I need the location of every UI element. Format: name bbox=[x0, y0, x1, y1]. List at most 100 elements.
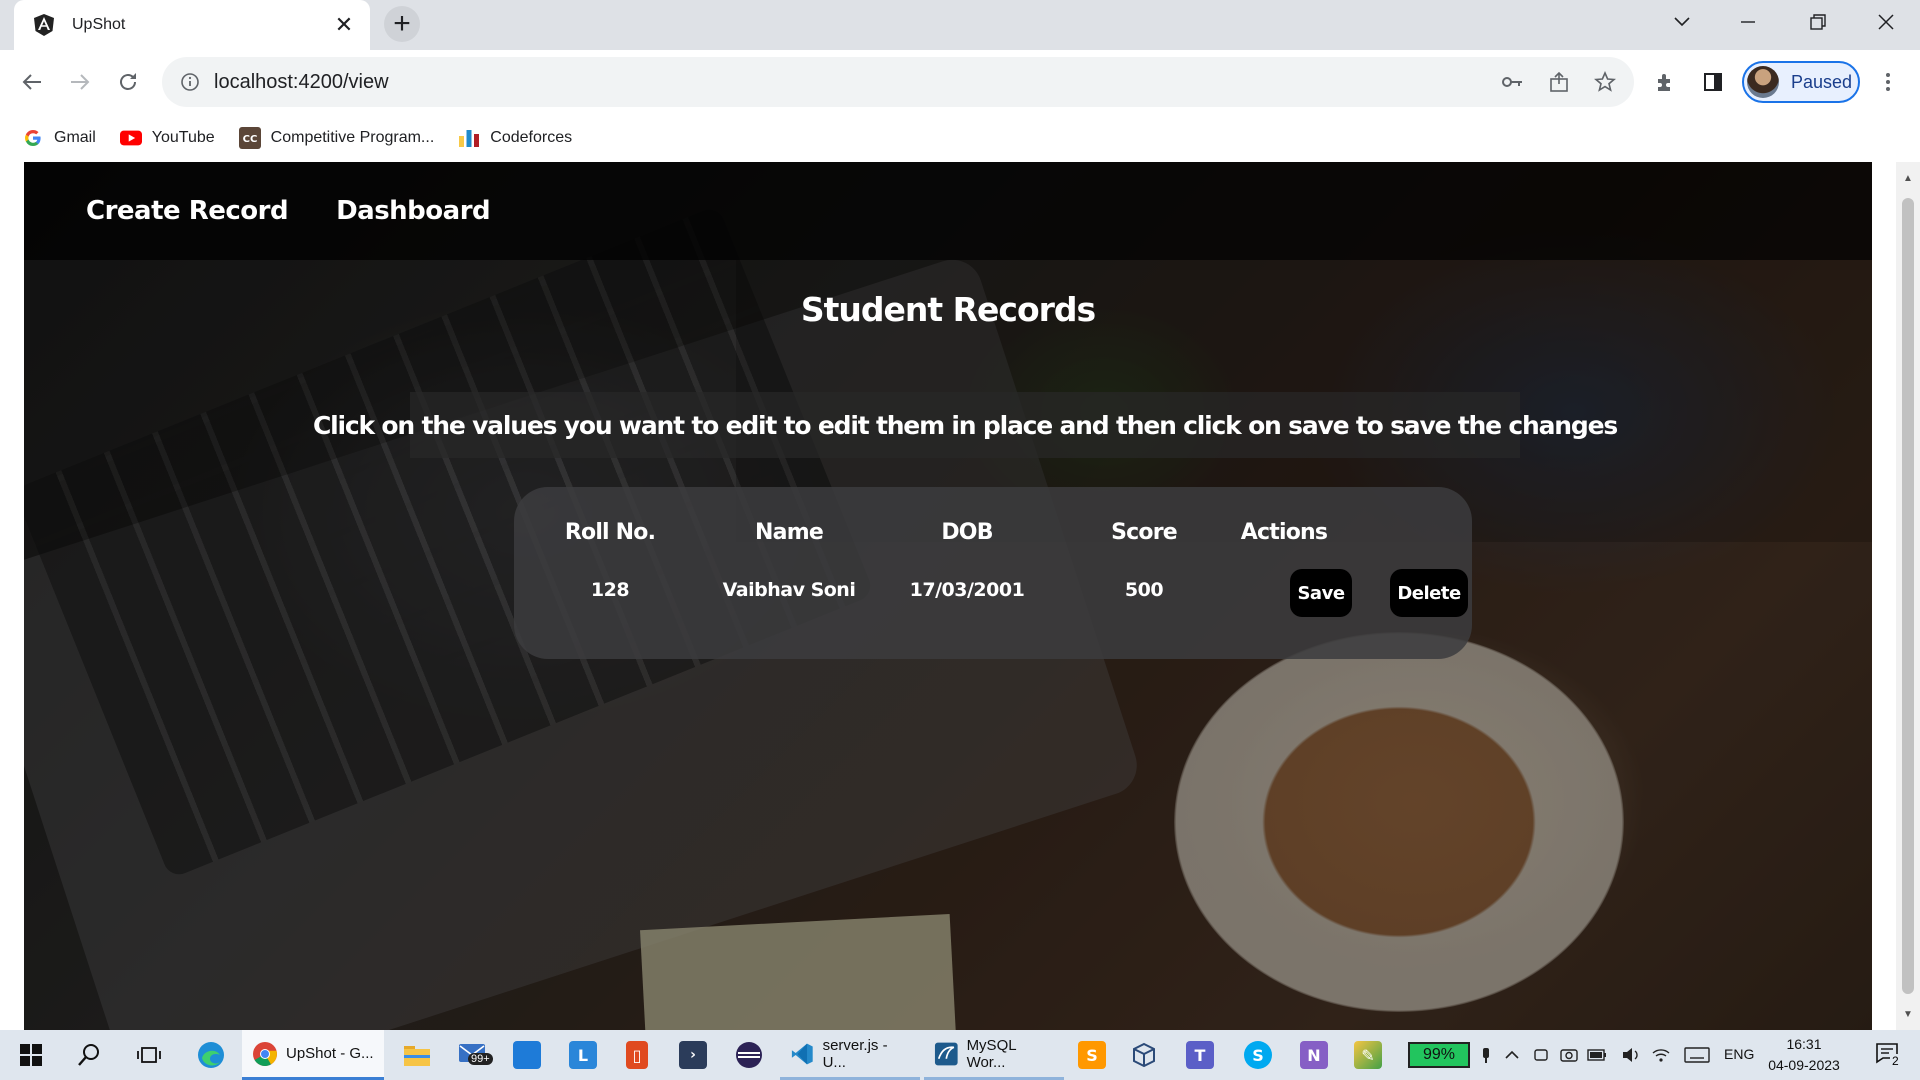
office-icon[interactable]: ▯ bbox=[614, 1030, 660, 1080]
teams-icon[interactable]: T bbox=[1178, 1030, 1222, 1080]
wifi-icon[interactable] bbox=[1648, 1030, 1674, 1080]
taskbar-app-chrome[interactable]: UpShot - G... bbox=[242, 1030, 384, 1080]
cell-roll[interactable]: 128 bbox=[530, 579, 690, 601]
task-view-icon[interactable] bbox=[126, 1030, 172, 1080]
battery-icon[interactable] bbox=[1584, 1030, 1610, 1080]
close-icon[interactable] bbox=[1856, 0, 1916, 44]
key-icon[interactable] bbox=[1490, 59, 1536, 105]
reload-icon bbox=[120, 73, 136, 90]
star-icon[interactable] bbox=[1582, 59, 1628, 105]
minimize-icon[interactable] bbox=[1718, 0, 1778, 44]
tab-strip: UpShot ✕ + bbox=[0, 0, 1920, 50]
windows-taskbar: UpShot - G... 99+ L ▯ › server.js - U...… bbox=[0, 1030, 1920, 1080]
page-viewport: Create Record Dashboard Student Records … bbox=[0, 162, 1920, 1030]
kebab-menu-icon[interactable] bbox=[1868, 62, 1908, 102]
chevron-down-icon[interactable] bbox=[1652, 0, 1712, 44]
page-scrollbar[interactable]: ▲ ▼ bbox=[1896, 162, 1920, 1030]
visual-studio-icon[interactable]: N bbox=[1292, 1030, 1336, 1080]
youtube-icon bbox=[119, 127, 142, 149]
address-bar[interactable]: localhost:4200/view bbox=[162, 57, 1634, 107]
skype-icon[interactable]: S bbox=[1236, 1030, 1280, 1080]
taskbar-app-vscode[interactable]: server.js - U... bbox=[780, 1030, 920, 1080]
eclipse-icon[interactable] bbox=[726, 1030, 772, 1080]
new-tab-button[interactable]: + bbox=[384, 6, 420, 42]
keyboard-icon[interactable] bbox=[1680, 1030, 1714, 1080]
close-tab-icon[interactable]: ✕ bbox=[332, 12, 356, 38]
scroll-up-icon[interactable]: ▲ bbox=[1896, 168, 1920, 188]
bookmark-competitive-programming[interactable]: CC Competitive Program... bbox=[238, 127, 435, 149]
google-icon bbox=[22, 127, 44, 149]
store-icon[interactable] bbox=[504, 1030, 550, 1080]
cell-dob[interactable]: 17/03/2001 bbox=[887, 579, 1047, 601]
search-icon[interactable] bbox=[66, 1030, 112, 1080]
clock-time: 16:31 bbox=[1786, 1036, 1822, 1052]
browser-tab[interactable]: UpShot ✕ bbox=[14, 0, 370, 50]
edit-hint-box: Click on the values you want to edit to … bbox=[313, 392, 1618, 458]
battery-indicator[interactable]: 99% bbox=[1408, 1042, 1470, 1068]
app-page: Create Record Dashboard Student Records … bbox=[24, 162, 1872, 1030]
bookmark-label: Codeforces bbox=[490, 129, 573, 146]
info-icon[interactable] bbox=[180, 72, 200, 92]
mysql-workbench-icon bbox=[934, 1042, 958, 1065]
scroll-down-icon[interactable]: ▼ bbox=[1896, 1004, 1920, 1024]
bookmark-label: Competitive Program... bbox=[270, 129, 435, 146]
start-icon[interactable] bbox=[8, 1030, 54, 1080]
vscode-icon bbox=[791, 1043, 813, 1064]
taskbar-app-mysql[interactable]: MySQL Wor... bbox=[924, 1030, 1064, 1080]
taskbar-app-label: UpShot - G... bbox=[286, 1045, 374, 1062]
column-header-dob: DOB bbox=[941, 520, 993, 545]
profile-label: Paused bbox=[1791, 71, 1853, 92]
bookmark-gmail[interactable]: Gmail bbox=[22, 127, 96, 149]
chrome-icon bbox=[253, 1041, 277, 1066]
nav-create-record[interactable]: Create Record bbox=[86, 196, 289, 226]
edge-icon[interactable] bbox=[188, 1030, 234, 1080]
angular-icon bbox=[34, 14, 54, 36]
mail-badge: 99+ bbox=[468, 1052, 493, 1065]
taskbar-app-label: MySQL Wor... bbox=[966, 1036, 1017, 1071]
restore-icon[interactable] bbox=[1788, 0, 1848, 44]
records-table: Roll No. Name DOB Score Actions 128 Vaib… bbox=[514, 487, 1472, 659]
profile-button[interactable]: Paused bbox=[1742, 61, 1860, 103]
bookmark-youtube[interactable]: YouTube bbox=[119, 127, 215, 149]
paint-app-icon[interactable]: ✎ bbox=[1346, 1030, 1390, 1080]
notification-count: 2 bbox=[1890, 1053, 1901, 1068]
chevron-up-icon[interactable] bbox=[1500, 1030, 1524, 1080]
clock-date: 04-09-2023 bbox=[1768, 1057, 1840, 1073]
save-button[interactable]: Save bbox=[1290, 569, 1352, 617]
side-panel-icon[interactable] bbox=[1693, 62, 1733, 102]
camera-icon[interactable] bbox=[1556, 1030, 1582, 1080]
l-app-icon[interactable]: L bbox=[560, 1030, 606, 1080]
reload-button[interactable] bbox=[108, 62, 148, 102]
file-explorer-icon[interactable] bbox=[394, 1030, 440, 1080]
volume-icon[interactable] bbox=[1618, 1030, 1644, 1080]
powershell-icon[interactable]: › bbox=[670, 1030, 716, 1080]
edit-hint-text: Click on the values you want to edit to … bbox=[312, 410, 1618, 440]
column-header-score: Score bbox=[1111, 520, 1178, 545]
notification-icon[interactable]: 2 bbox=[1864, 1030, 1910, 1080]
forward-button[interactable] bbox=[60, 62, 100, 102]
extensions-icon[interactable] bbox=[1645, 62, 1685, 102]
scroll-thumb[interactable] bbox=[1902, 198, 1914, 994]
language-indicator[interactable]: ENG bbox=[1724, 1046, 1754, 1062]
bookmarks-bar: Gmail YouTube CC Competitive Program... … bbox=[0, 114, 1920, 162]
codechef-icon: CC bbox=[238, 127, 261, 149]
bookmark-codeforces[interactable]: Codeforces bbox=[458, 127, 572, 149]
back-button[interactable] bbox=[12, 62, 52, 102]
nav-dashboard[interactable]: Dashboard bbox=[336, 196, 491, 226]
clock[interactable]: 16:31 04-09-2023 bbox=[1764, 1034, 1844, 1076]
device-icon[interactable] bbox=[1528, 1030, 1554, 1080]
cell-name[interactable]: Vaibhav Soni bbox=[709, 579, 869, 601]
url-text: localhost:4200/view bbox=[214, 70, 389, 93]
sublime-icon[interactable]: S bbox=[1070, 1030, 1114, 1080]
cell-score[interactable]: 500 bbox=[1064, 579, 1224, 601]
cube-app-icon[interactable] bbox=[1122, 1030, 1166, 1080]
taskbar-app-label: server.js - U... bbox=[822, 1036, 888, 1071]
svg-text:CC: CC bbox=[242, 134, 257, 145]
app-navbar: Create Record Dashboard bbox=[24, 162, 1872, 260]
page-title: Student Records bbox=[800, 290, 1096, 329]
pen-icon[interactable] bbox=[1474, 1030, 1498, 1080]
mail-icon[interactable]: 99+ bbox=[448, 1030, 498, 1080]
delete-button[interactable]: Delete bbox=[1390, 569, 1468, 617]
column-header-name: Name bbox=[755, 520, 824, 545]
share-icon[interactable] bbox=[1536, 59, 1582, 105]
